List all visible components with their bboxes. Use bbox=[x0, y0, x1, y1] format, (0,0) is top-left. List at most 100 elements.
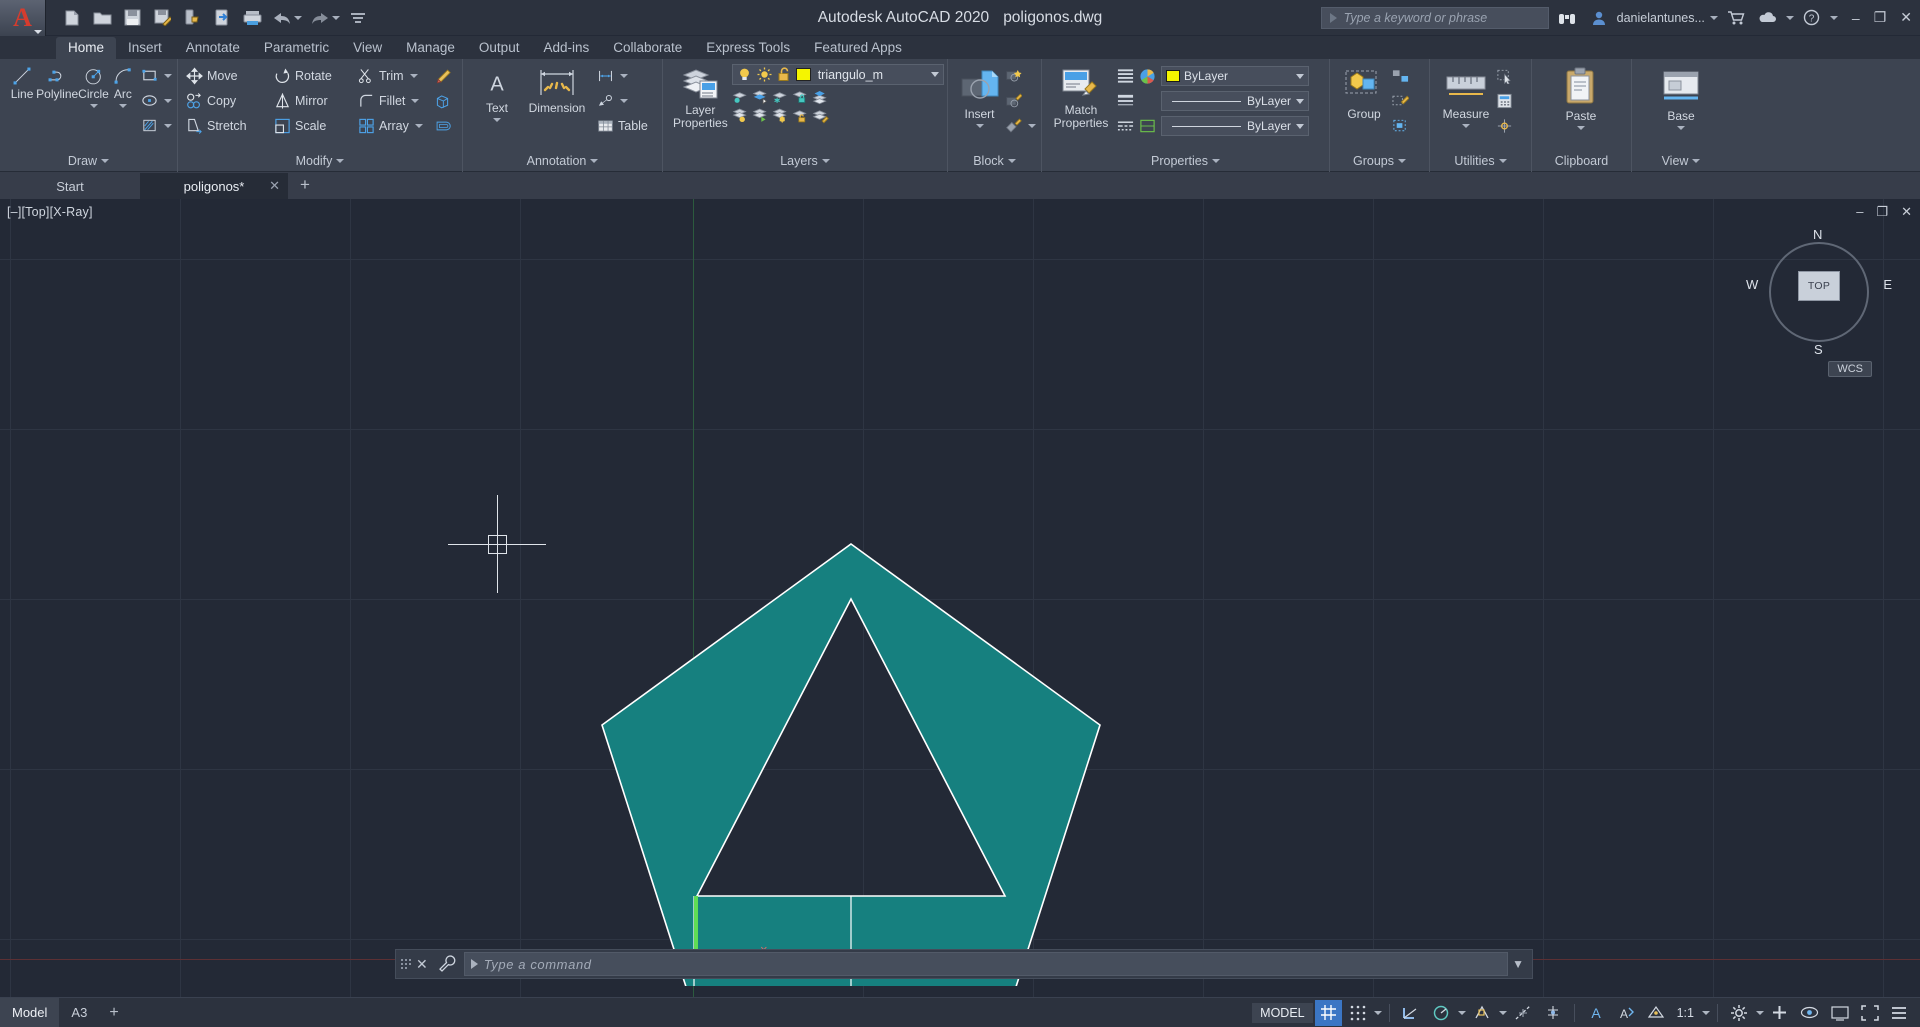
add-layout-button[interactable]: + bbox=[99, 1004, 128, 1022]
open-icon[interactable] bbox=[88, 5, 116, 31]
ribbon-tab-express-tools[interactable]: Express Tools bbox=[694, 37, 802, 59]
ribbon-tab-view[interactable]: View bbox=[341, 37, 394, 59]
search-expand-icon[interactable] bbox=[1329, 12, 1337, 23]
rotate-button[interactable]: Rotate bbox=[274, 63, 358, 88]
customize-icon[interactable] bbox=[344, 5, 372, 31]
undo-icon[interactable] bbox=[268, 5, 296, 31]
lineweight-toggle[interactable] bbox=[1539, 1000, 1567, 1026]
close-icon[interactable]: ✕ bbox=[269, 178, 280, 194]
line-button[interactable]: Line bbox=[8, 63, 36, 101]
layer-on-icon[interactable] bbox=[732, 107, 749, 124]
ortho-mode-toggle[interactable] bbox=[1397, 1000, 1425, 1026]
color-wheel-icon[interactable] bbox=[1139, 68, 1156, 85]
mirror-button[interactable]: Mirror bbox=[274, 88, 358, 113]
dimension-button[interactable]: Dimension bbox=[519, 63, 595, 115]
chevron-down-icon[interactable] bbox=[163, 123, 172, 128]
annotation-panel-title[interactable]: Annotation bbox=[463, 150, 662, 172]
rectangle-button[interactable] bbox=[141, 63, 172, 88]
ribbon-tab-parametric[interactable]: Parametric bbox=[252, 37, 341, 59]
transparency-icon[interactable] bbox=[1139, 118, 1156, 135]
sun-icon[interactable] bbox=[757, 66, 772, 83]
trim-button[interactable]: Trim bbox=[358, 63, 434, 88]
view-cube-east[interactable]: E bbox=[1883, 277, 1892, 292]
offset-button[interactable] bbox=[434, 113, 451, 138]
account-name[interactable]: danielantunes... bbox=[1617, 11, 1718, 25]
modify-panel-title[interactable]: Modify bbox=[178, 150, 462, 172]
person-icon[interactable] bbox=[1585, 5, 1613, 31]
layer-match-icon[interactable] bbox=[812, 107, 829, 124]
unlock-icon[interactable] bbox=[777, 66, 791, 83]
annotation-scale-value[interactable]: 1:1 bbox=[1672, 1000, 1699, 1026]
move-button[interactable]: Move bbox=[186, 63, 274, 88]
chevron-down-icon[interactable] bbox=[414, 123, 423, 128]
open-from-web-icon[interactable] bbox=[208, 5, 236, 31]
view-panel-title[interactable]: View bbox=[1632, 150, 1730, 172]
autoscale-toggle[interactable]: A bbox=[1612, 1000, 1640, 1026]
leader-button[interactable] bbox=[597, 88, 648, 113]
paste-button[interactable]: Paste bbox=[1554, 63, 1608, 130]
erase-button[interactable] bbox=[434, 63, 451, 88]
chevron-down-icon[interactable] bbox=[1462, 123, 1470, 128]
chevron-down-icon[interactable] bbox=[1296, 123, 1304, 129]
osnap-toggle[interactable] bbox=[1468, 1000, 1496, 1026]
base-view-button[interactable]: Base bbox=[1654, 63, 1708, 130]
extrude-button[interactable] bbox=[434, 88, 451, 113]
otrack-toggle[interactable] bbox=[1509, 1000, 1537, 1026]
quick-select-button[interactable] bbox=[1496, 63, 1513, 88]
application-menu-button[interactable]: A bbox=[0, 0, 46, 36]
osnap-dropdown-icon[interactable] bbox=[1498, 1010, 1507, 1015]
property-list-icon[interactable] bbox=[1117, 68, 1134, 85]
polar-dropdown-icon[interactable] bbox=[1457, 1010, 1466, 1015]
layer-isolate-icon[interactable] bbox=[752, 88, 769, 105]
chevron-down-icon[interactable] bbox=[930, 72, 939, 77]
chevron-down-icon[interactable] bbox=[409, 73, 418, 78]
snap-mode-toggle[interactable] bbox=[1344, 1000, 1371, 1026]
ungroup-button[interactable] bbox=[1392, 63, 1409, 88]
save-as-icon[interactable] bbox=[148, 5, 176, 31]
cloud-icon[interactable] bbox=[1754, 5, 1782, 31]
file-tab-start[interactable]: Start bbox=[0, 173, 140, 199]
polyline-button[interactable]: Polyline bbox=[36, 63, 78, 101]
scale-dropdown-icon[interactable] bbox=[1702, 1010, 1710, 1015]
new-tab-button[interactable]: + bbox=[288, 173, 322, 199]
ellipse-button[interactable] bbox=[141, 88, 172, 113]
chevron-down-icon[interactable] bbox=[1577, 125, 1585, 130]
scale-button[interactable]: Scale bbox=[274, 113, 358, 138]
view-cube[interactable]: TOP N S W E bbox=[1746, 227, 1892, 357]
ribbon-tab-featured-apps[interactable]: Featured Apps bbox=[802, 37, 914, 59]
minimize-button[interactable]: – bbox=[1852, 10, 1860, 26]
layer-control-dropdown[interactable]: triangulo_m bbox=[731, 64, 944, 85]
status-menu-button[interactable] bbox=[1886, 1000, 1912, 1026]
hardware-acceleration-button[interactable] bbox=[1826, 1000, 1854, 1026]
help-icon[interactable]: ? bbox=[1798, 5, 1826, 31]
arc-button[interactable]: Arc bbox=[109, 63, 137, 108]
close-icon[interactable]: ✕ bbox=[416, 956, 428, 973]
redo-icon[interactable] bbox=[306, 5, 334, 31]
chevron-down-icon[interactable] bbox=[118, 103, 127, 108]
model-space-button[interactable]: MODEL bbox=[1252, 1002, 1313, 1023]
save-to-web-icon[interactable] bbox=[178, 5, 206, 31]
layer-lock-icon[interactable] bbox=[792, 88, 809, 105]
clipboard-panel-title[interactable]: Clipboard bbox=[1532, 150, 1631, 172]
chevron-down-icon[interactable] bbox=[89, 103, 98, 108]
fillet-button[interactable]: Fillet bbox=[358, 88, 434, 113]
command-history-toggle[interactable]: ▼ bbox=[1512, 957, 1524, 971]
lineweight-control[interactable]: ByLayer bbox=[1161, 91, 1309, 111]
layer-off-icon[interactable] bbox=[732, 88, 749, 105]
draw-panel-title[interactable]: Draw bbox=[0, 150, 177, 172]
chevron-down-icon[interactable] bbox=[163, 98, 172, 103]
chevron-down-icon[interactable] bbox=[620, 73, 628, 78]
table-button[interactable]: Table bbox=[597, 113, 648, 138]
edit-block-button[interactable] bbox=[1005, 88, 1036, 113]
chevron-down-icon[interactable] bbox=[1677, 125, 1685, 130]
linetype-list-icon[interactable] bbox=[1117, 118, 1134, 135]
annotation-scale-icon[interactable] bbox=[1642, 1000, 1670, 1026]
ribbon-tab-manage[interactable]: Manage bbox=[394, 37, 467, 59]
close-button[interactable]: ✕ bbox=[1900, 9, 1912, 26]
layout-tab-model[interactable]: Model bbox=[0, 997, 60, 1027]
properties-panel-title[interactable]: Properties bbox=[1042, 150, 1329, 172]
layer-freeze-icon[interactable] bbox=[772, 88, 789, 105]
command-input[interactable]: Type a command bbox=[463, 952, 1509, 976]
wrench-icon[interactable] bbox=[436, 955, 458, 973]
linetype-control[interactable]: ByLayer bbox=[1161, 116, 1309, 136]
